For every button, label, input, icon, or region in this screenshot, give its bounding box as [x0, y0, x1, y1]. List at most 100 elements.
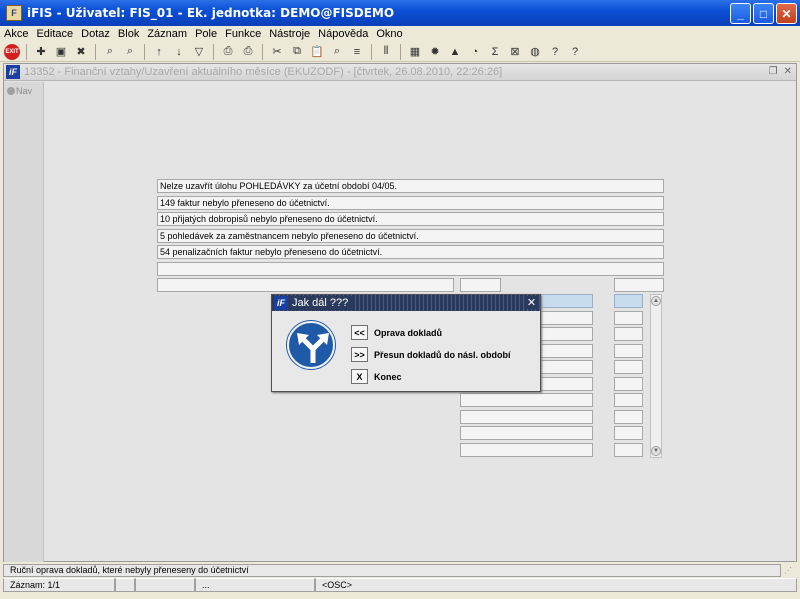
- grid-cell[interactable]: [614, 344, 643, 358]
- copy-icon[interactable]: ⧉: [289, 44, 305, 60]
- sort-desc-icon[interactable]: ↓: [171, 44, 187, 60]
- exit-icon[interactable]: EXIT: [4, 43, 20, 60]
- toolbar-separator: [262, 43, 263, 60]
- option-label: Konec: [374, 371, 402, 382]
- grid-cell[interactable]: [614, 393, 643, 407]
- grid-cell[interactable]: [614, 327, 643, 341]
- message-field: 149 faktur nebylo přeneseno do účetnictv…: [157, 196, 664, 210]
- oprava-button[interactable]: <<: [351, 325, 368, 340]
- menu-napoveda[interactable]: Nápověda: [318, 28, 368, 40]
- option-presun: >> Přesun dokladů do násl. období: [351, 347, 511, 362]
- grid-cell[interactable]: [614, 360, 643, 374]
- sum-icon[interactable]: Σ: [487, 44, 503, 60]
- grid-cell[interactable]: [614, 443, 643, 457]
- scroll-down-icon[interactable]: ▼: [651, 446, 661, 456]
- nav-icon: [7, 87, 15, 95]
- dialog-titlebar[interactable]: iF Jak dál ??? ✕: [272, 295, 540, 311]
- triangle-icon[interactable]: ▲: [447, 44, 463, 60]
- nav-label: Nav: [16, 86, 33, 96]
- toolbar-separator: [213, 43, 214, 60]
- menu-akce[interactable]: Akce: [4, 28, 28, 40]
- grid-cell[interactable]: [614, 410, 643, 424]
- menu-funkce[interactable]: Funkce: [225, 28, 261, 40]
- option-konec: X Konec: [351, 369, 402, 384]
- find-icon[interactable]: ⌕: [329, 44, 345, 60]
- window-titlebar[interactable]: F iFIS - Uživatel: FIS_01 - Ek. jednotka…: [0, 0, 800, 26]
- paste-icon[interactable]: 📋: [309, 44, 325, 60]
- menu-editace[interactable]: Editace: [36, 28, 73, 40]
- menu-zaznam[interactable]: Záznam: [147, 28, 187, 40]
- text-field[interactable]: [460, 278, 501, 292]
- maximize-button[interactable]: □: [753, 3, 774, 24]
- form-close-icon[interactable]: ✕: [784, 66, 792, 77]
- text-field[interactable]: [157, 278, 454, 292]
- print-preview-icon[interactable]: ⎙: [240, 44, 256, 60]
- columns-icon[interactable]: ⦀: [378, 44, 394, 60]
- menu-okno[interactable]: Okno: [376, 28, 402, 40]
- form-titlebar[interactable]: iF 13352 - Finanční vztahy/Uzavření aktu…: [4, 64, 796, 81]
- text-field[interactable]: [614, 278, 664, 292]
- message-field: Nelze uzavřít úlohu POHLEDÁVKY za účetní…: [157, 179, 664, 193]
- delete-record-icon[interactable]: ✖: [73, 44, 89, 60]
- option-oprava: << Oprava dokladů: [351, 325, 442, 340]
- toolbar-separator: [26, 43, 27, 60]
- grid-cell[interactable]: [614, 311, 643, 325]
- minimize-button[interactable]: _: [730, 3, 751, 24]
- excel-icon[interactable]: ⊠: [507, 44, 523, 60]
- restore-icon[interactable]: ❐: [769, 66, 778, 77]
- toolbar-separator: [95, 43, 96, 60]
- grid-cell[interactable]: [460, 426, 593, 440]
- osc-indicator: <OSC>: [315, 578, 797, 592]
- message-field: 10 přijatých dobropisů nebylo přeneseno …: [157, 212, 664, 226]
- context-help-icon[interactable]: ?: [567, 44, 583, 60]
- nav-panel: Nav: [4, 82, 44, 562]
- dialog-close-icon[interactable]: ✕: [525, 296, 538, 309]
- query-enter-icon[interactable]: ⌕: [102, 44, 118, 60]
- grid-cell[interactable]: [614, 294, 643, 308]
- globe-icon[interactable]: ◍: [527, 44, 543, 60]
- option-label: Oprava dokladů: [374, 327, 443, 338]
- menu-bar: Akce Editace Dotaz Blok Záznam Pole Funk…: [0, 26, 800, 42]
- menu-dotaz[interactable]: Dotaz: [81, 28, 110, 40]
- option-label: Přesun dokladů do násl. období: [374, 349, 511, 360]
- menu-pole[interactable]: Pole: [195, 28, 217, 40]
- grid-cell[interactable]: [614, 426, 643, 440]
- grid-cell[interactable]: [460, 410, 593, 424]
- grid-cell[interactable]: [460, 393, 593, 407]
- print-icon[interactable]: ⎙: [220, 44, 236, 60]
- grid-cell[interactable]: [614, 377, 643, 391]
- cut-icon[interactable]: ✂: [269, 44, 285, 60]
- resize-grip-icon[interactable]: ⋰: [784, 566, 796, 578]
- toolbar-separator: [144, 43, 145, 60]
- konec-button[interactable]: X: [351, 369, 368, 384]
- clock-icon[interactable]: ◔: [467, 44, 483, 60]
- grid-cell[interactable]: [460, 443, 593, 457]
- status-bar: Záznam: 1/1 ... <OSC>: [3, 578, 797, 592]
- app-icon: F: [6, 5, 22, 21]
- form-title: 13352 - Finanční vztahy/Uzavření aktuáln…: [24, 66, 503, 78]
- vertical-scrollbar[interactable]: ▲ ▼: [650, 294, 662, 458]
- presun-button[interactable]: >>: [351, 347, 368, 362]
- dialog-ifis-icon: iF: [274, 296, 288, 310]
- toolbar-separator: [400, 43, 401, 60]
- status-cell: [135, 578, 195, 592]
- query-execute-icon[interactable]: ⌕: [122, 44, 138, 60]
- status-cell: [115, 578, 135, 592]
- nav-button[interactable]: Nav: [7, 86, 43, 96]
- menu-blok[interactable]: Blok: [118, 28, 139, 40]
- close-button[interactable]: ✕: [776, 3, 797, 24]
- message-field: 5 pohledávek za zaměstnancem nebylo přen…: [157, 229, 664, 243]
- insert-record-icon[interactable]: ✚: [33, 44, 49, 60]
- scroll-up-icon[interactable]: ▲: [651, 296, 661, 306]
- status-cell-dots: ...: [195, 578, 315, 592]
- menu-nastroje[interactable]: Nástroje: [269, 28, 310, 40]
- filter-icon[interactable]: ▽: [191, 44, 207, 60]
- list-icon[interactable]: ≡: [349, 44, 365, 60]
- sort-asc-icon[interactable]: ↑: [151, 44, 167, 60]
- window-title: iFIS - Uživatel: FIS_01 - Ek. jednotka: …: [27, 6, 395, 20]
- settings-icon[interactable]: ✹: [427, 44, 443, 60]
- calculator-icon[interactable]: ▦: [407, 44, 423, 60]
- help-icon[interactable]: ?: [547, 44, 563, 60]
- save-icon[interactable]: ▣: [53, 44, 69, 60]
- record-counter: Záznam: 1/1: [3, 578, 115, 592]
